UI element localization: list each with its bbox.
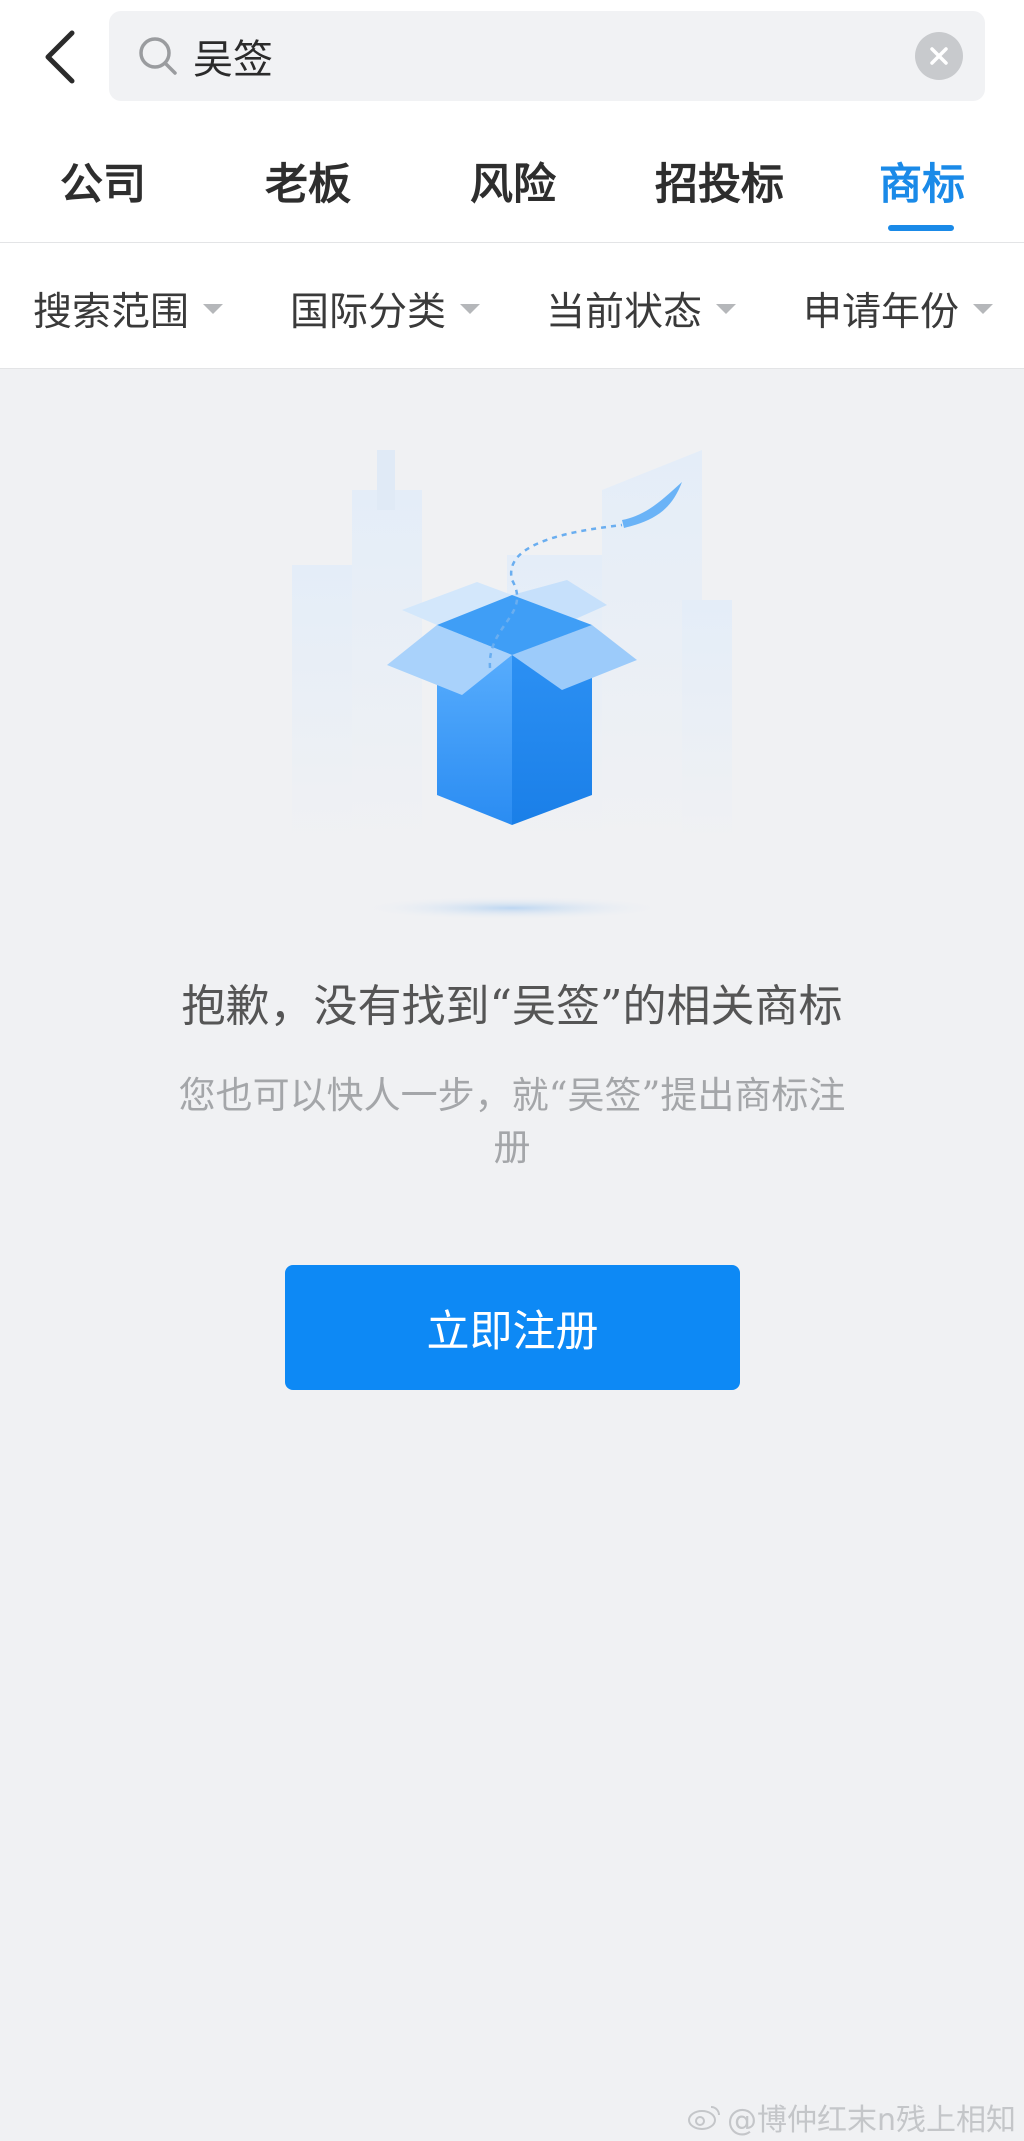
search-icon xyxy=(139,37,177,75)
back-button[interactable] xyxy=(30,22,90,92)
caret-down-icon xyxy=(973,304,994,314)
watermark-text: @博仲红末n残上相知 xyxy=(726,2103,1016,2138)
tab-boss[interactable]: 老板 xyxy=(265,150,351,212)
clear-icon xyxy=(930,47,948,65)
filter-bar: 搜索范围 国际分类 当前状态 申请年份 xyxy=(0,243,1024,369)
empty-state-title: 抱歉，没有找到“吴签”的相关商标 xyxy=(181,981,843,1032)
clear-search-button[interactable] xyxy=(915,32,963,80)
open-box-illustration xyxy=(292,450,732,920)
tab-risk[interactable]: 风险 xyxy=(470,150,556,212)
watermark: @博仲红末n残上相知 xyxy=(687,2095,1016,2139)
filter-label: 申请年份 xyxy=(803,290,960,335)
active-tab-indicator xyxy=(888,225,954,231)
caret-down-icon xyxy=(203,304,224,314)
filter-label: 国际分类 xyxy=(290,290,447,335)
filter-label: 搜索范围 xyxy=(33,290,190,335)
filter-apply-year[interactable]: 申请年份 xyxy=(803,281,994,337)
tab-trademark[interactable]: 商标 xyxy=(879,150,965,212)
filter-search-scope[interactable]: 搜索范围 xyxy=(33,281,224,337)
search-box[interactable] xyxy=(109,11,985,101)
register-now-button[interactable]: 立即注册 xyxy=(285,1265,740,1390)
tab-company[interactable]: 公司 xyxy=(60,150,146,212)
empty-state-subtitle: 您也可以快人一步，就“吴签”提出商标注册 xyxy=(178,1074,846,1169)
caret-down-icon xyxy=(716,304,737,314)
weibo-icon xyxy=(687,2106,720,2130)
search-input[interactable] xyxy=(193,11,893,101)
filter-label: 当前状态 xyxy=(546,290,703,335)
top-bar xyxy=(0,0,1024,124)
category-tabs: 公司 老板 风险 招投标 商标 xyxy=(0,124,1024,243)
tab-bidding[interactable]: 招投标 xyxy=(655,150,784,212)
filter-intl-class[interactable]: 国际分类 xyxy=(290,281,481,337)
chevron-left-icon xyxy=(45,30,75,84)
caret-down-icon xyxy=(460,304,481,314)
filter-current-status[interactable]: 当前状态 xyxy=(546,281,737,337)
